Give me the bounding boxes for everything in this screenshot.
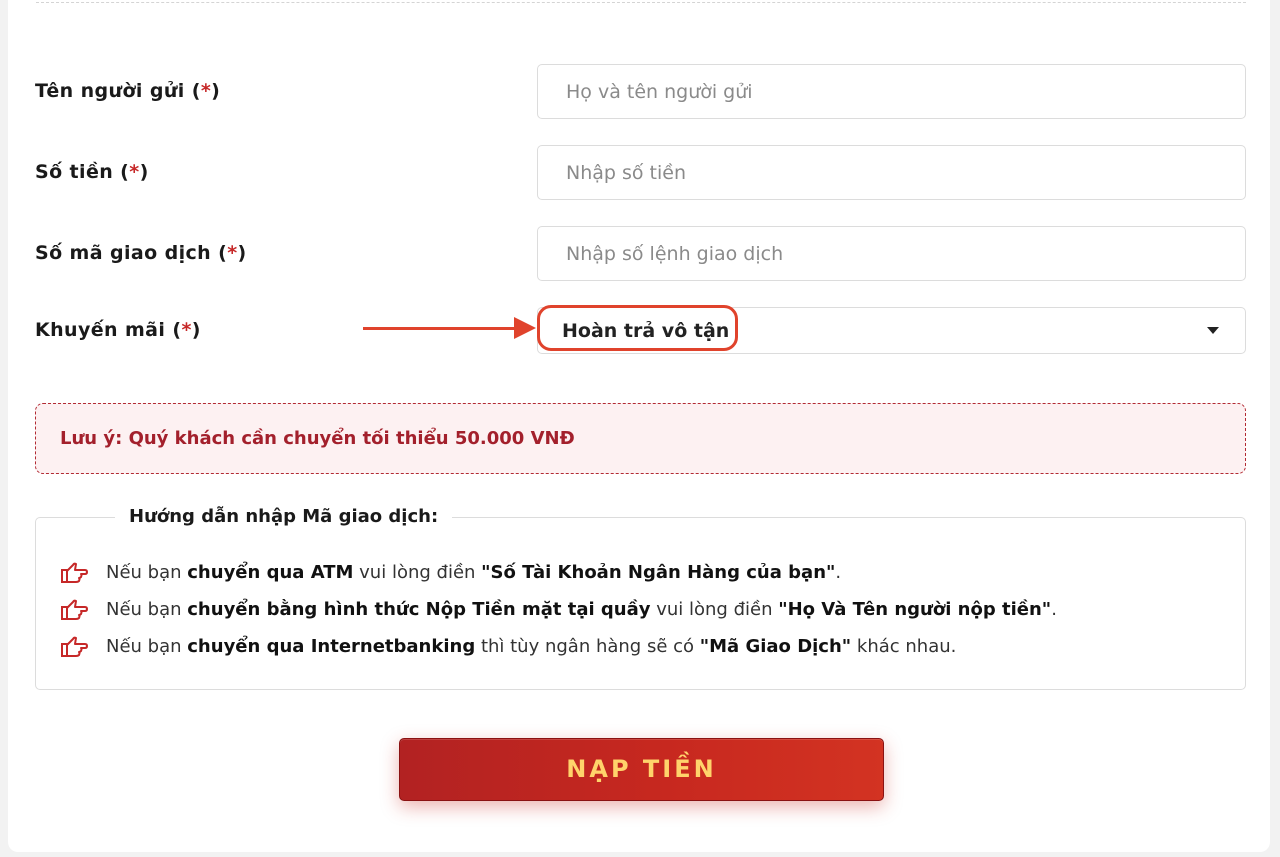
- sender-name-label: Tên người gửi (*): [35, 80, 221, 102]
- guide-title: Hướng dẫn nhập Mã giao dịch:: [115, 506, 453, 527]
- arrow-head-icon: [514, 317, 536, 339]
- amount-input[interactable]: [537, 145, 1246, 200]
- minimum-transfer-note: Lưu ý: Quý khách cần chuyển tối thiểu 50…: [35, 403, 1246, 474]
- note-text: Lưu ý: Quý khách cần chuyển tối thiểu 50…: [60, 428, 575, 449]
- transaction-code-label: Số mã giao dịch (*): [35, 242, 247, 264]
- section-divider: [36, 0, 1246, 3]
- pointing-hand-icon: [61, 636, 88, 657]
- transaction-code-input[interactable]: [537, 226, 1246, 281]
- sender-name-input[interactable]: [537, 64, 1246, 119]
- pointing-hand-icon: [61, 562, 88, 583]
- deposit-submit-button[interactable]: NẠP TIỀN: [399, 738, 884, 801]
- annotation-highlight-circle: [537, 305, 738, 351]
- caret-down-icon: [1207, 327, 1219, 334]
- pointing-hand-icon: [61, 599, 88, 620]
- arrow-right-icon: [363, 327, 519, 330]
- promotion-label: Khuyến mãi (*): [35, 319, 201, 341]
- amount-label: Số tiền (*): [35, 161, 149, 183]
- transaction-code-guide: Hướng dẫn nhập Mã giao dịch: Nếu bạn chu…: [35, 506, 1246, 690]
